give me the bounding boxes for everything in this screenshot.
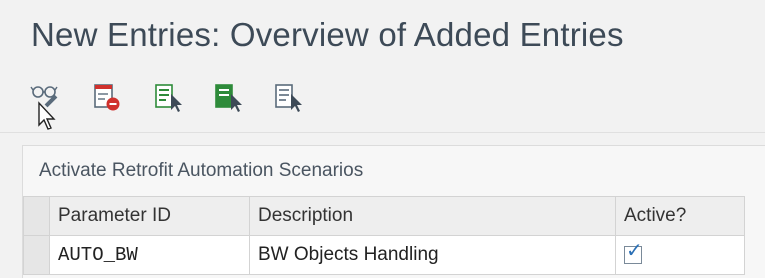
- select-all-rows-cell[interactable]: [23, 196, 50, 236]
- select-block-button[interactable]: [213, 82, 245, 116]
- active-checkbox[interactable]: ✓: [624, 241, 643, 264]
- delete-button[interactable]: [93, 82, 125, 116]
- delete-icon: [93, 82, 125, 116]
- page-title: New Entries: Overview of Added Entries: [31, 16, 624, 53]
- table-row: AUTO_BW BW Objects Handling ✓: [23, 235, 745, 275]
- checkmark-icon: ✓: [626, 239, 643, 262]
- active-cell: ✓: [615, 235, 745, 275]
- select-all-button[interactable]: [153, 82, 185, 116]
- table-header-row: Parameter ID Description Active?: [23, 196, 745, 236]
- scenario-panel: Activate Retrofit Automation Scenarios P…: [22, 145, 765, 278]
- panel-title: Activate Retrofit Automation Scenarios: [39, 160, 364, 181]
- page: New Entries: Overview of Added Entries A…: [0, 0, 765, 278]
- display-change-button[interactable]: [30, 82, 62, 116]
- toolbar: [0, 68, 765, 133]
- column-header-parameter-id[interactable]: Parameter ID: [49, 196, 250, 236]
- display-change-icon: [30, 82, 62, 116]
- description-cell[interactable]: BW Objects Handling: [249, 235, 616, 275]
- deselect-all-button[interactable]: [273, 82, 305, 116]
- select-all-icon: [153, 82, 185, 116]
- deselect-all-icon: [273, 82, 305, 116]
- row-selector[interactable]: [23, 235, 50, 275]
- title-bar: New Entries: Overview of Added Entries: [0, 0, 765, 68]
- column-header-description[interactable]: Description: [249, 196, 616, 236]
- entries-table: Parameter ID Description Active? AUTO_BW…: [23, 196, 745, 275]
- select-block-icon: [213, 82, 245, 116]
- column-header-active[interactable]: Active?: [615, 196, 745, 236]
- parameter-id-cell[interactable]: AUTO_BW: [49, 235, 250, 275]
